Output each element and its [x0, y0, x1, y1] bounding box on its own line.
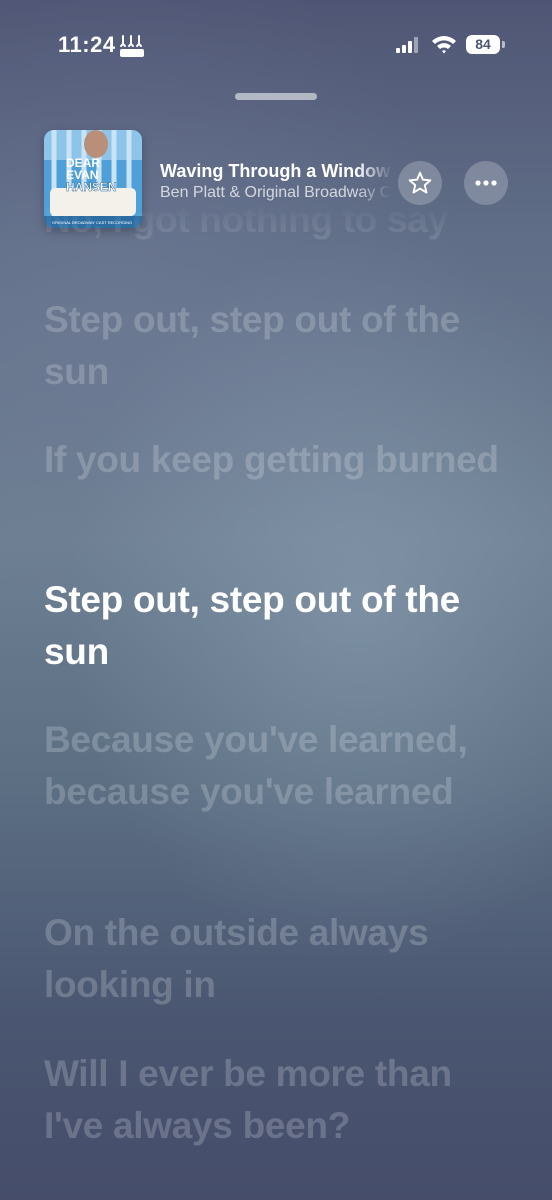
lyric-line[interactable]: Will I ever be more than I've always bee… [44, 1048, 514, 1152]
star-icon [408, 171, 432, 194]
album-art-line3: HANSEN [66, 180, 117, 194]
lyrics-view[interactable]: No, I got nothing to say Step out, step … [44, 202, 522, 1200]
favorite-button[interactable] [398, 161, 442, 205]
track-info[interactable]: Waving Through a Window Ben Platt & Orig… [160, 160, 392, 204]
ads-icon [120, 35, 144, 57]
lyric-line[interactable]: On the outside always looking in [44, 907, 514, 1011]
lyric-line[interactable]: No, I got nothing to say [44, 202, 514, 246]
sheet-grabber[interactable] [235, 93, 317, 100]
status-time: 11:24 [58, 32, 116, 57]
track-title: Waving Through a Window [160, 161, 391, 181]
lyric-line-current[interactable]: Step out, step out of the sun [44, 574, 514, 678]
wifi-icon [432, 36, 456, 54]
lyric-line[interactable]: Step out, step out of the sun [44, 294, 514, 398]
cellular-signal-icon [396, 37, 418, 53]
status-bar: 11:24 84 [0, 0, 552, 90]
ellipsis-icon [475, 180, 497, 186]
lyric-line[interactable]: If you keep getting burned [44, 434, 514, 486]
battery-indicator: 84 [466, 35, 500, 54]
more-options-button[interactable] [464, 161, 508, 205]
battery-level: 84 [475, 36, 491, 52]
lyric-line[interactable]: Because you've learned, because you've l… [44, 714, 514, 818]
track-artist: Ben Platt & Original Broadway Cast of De… [160, 184, 392, 201]
battery-tip [502, 41, 505, 48]
